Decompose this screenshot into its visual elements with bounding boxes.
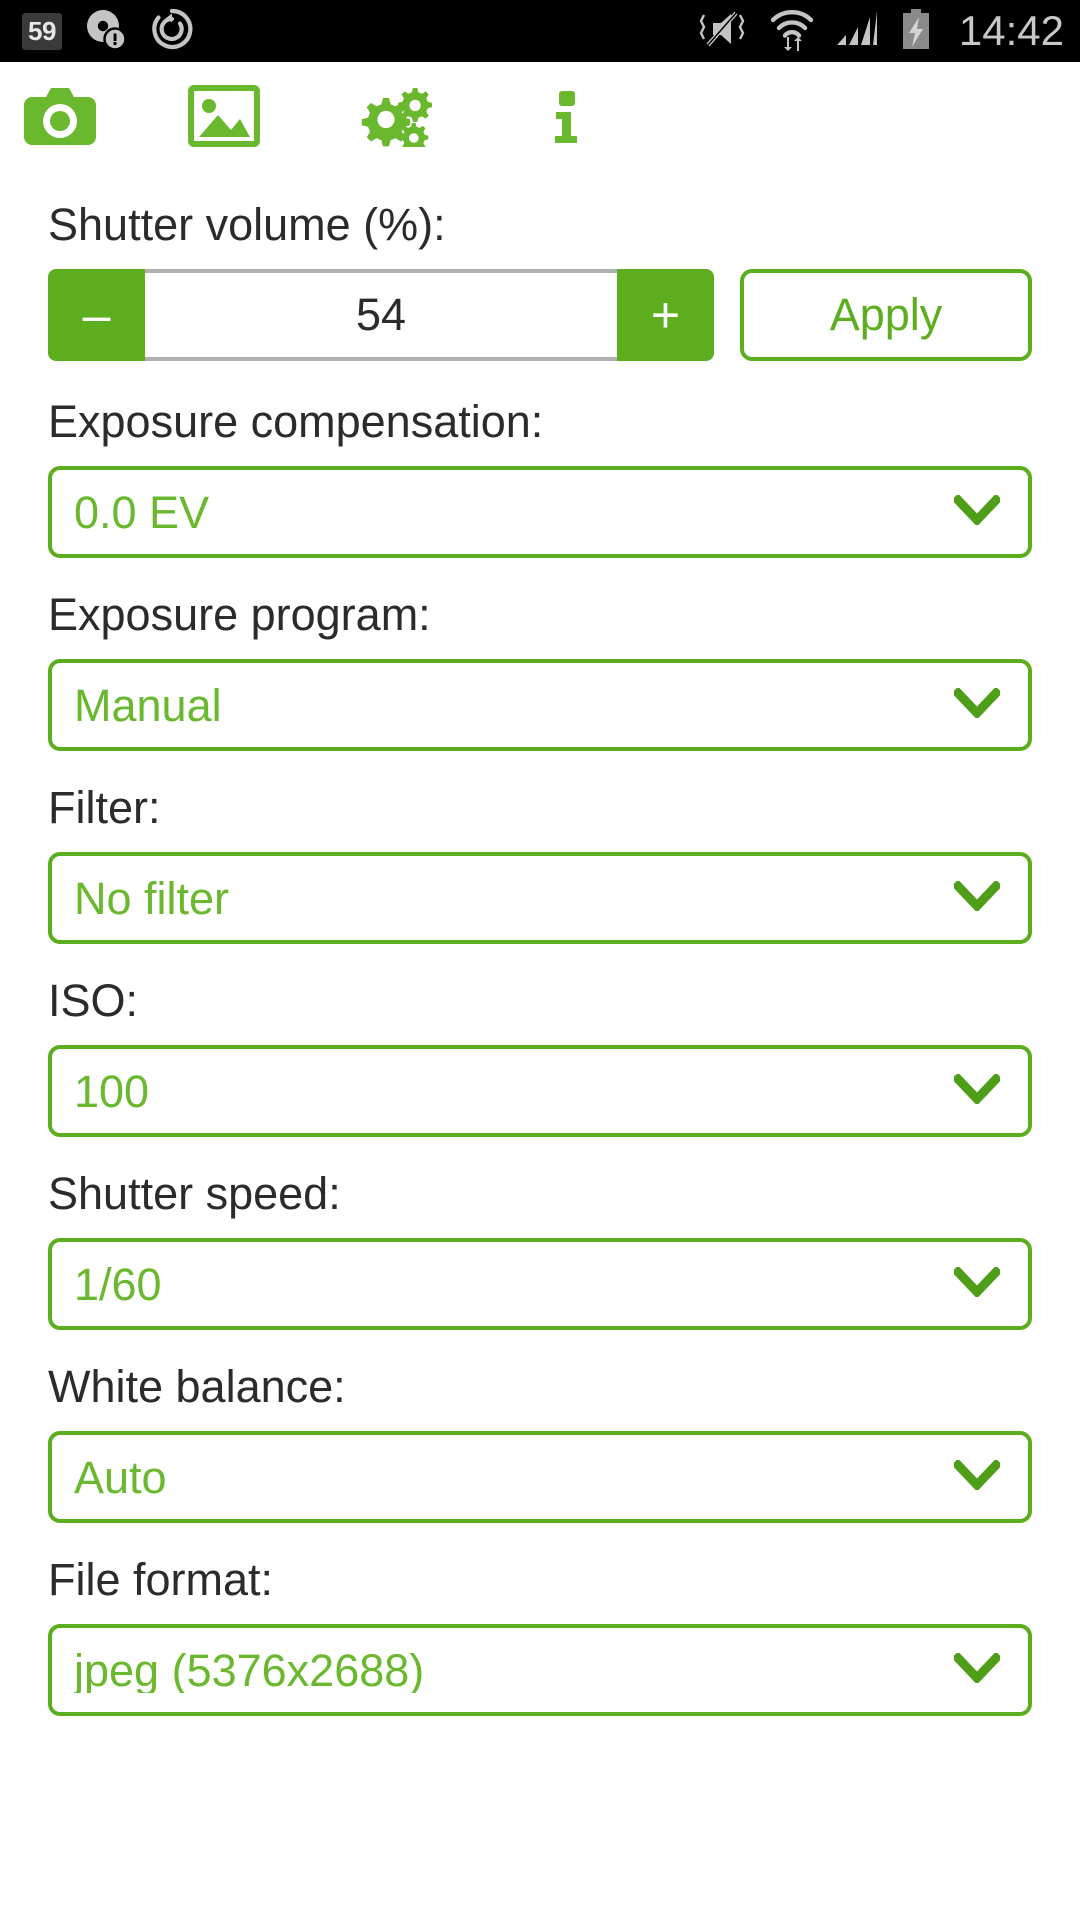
gears-icon: [358, 85, 433, 152]
white-balance-value: Auto: [74, 1454, 167, 1500]
status-bar-left-icons: 59: [22, 7, 194, 56]
iso-value: 100: [74, 1068, 150, 1114]
chevron-down-icon: [951, 1072, 1003, 1109]
tab-settings[interactable]: [330, 62, 494, 174]
filter-dropdown[interactable]: No filter: [48, 852, 1032, 944]
mute-vibrate-icon: [695, 7, 749, 56]
shutter-speed-dropdown[interactable]: 1/60: [48, 1238, 1032, 1330]
status-bar: 59 14:42: [0, 0, 1080, 62]
shutter-speed-value: 1/60: [74, 1261, 162, 1307]
shutter-volume-stepper: – 54 + Apply: [48, 269, 1032, 361]
status-bar-right-icons: 14:42: [695, 7, 1064, 56]
white-balance-label: White balance:: [48, 1361, 346, 1412]
file-format-dropdown[interactable]: jpeg (5376x2688): [48, 1624, 1032, 1716]
tab-camera[interactable]: [24, 62, 164, 174]
battery-charging-icon: [899, 7, 933, 56]
chevron-down-icon: [951, 1651, 1003, 1688]
apply-button[interactable]: Apply: [740, 269, 1032, 361]
signal-bars-icon: [835, 7, 879, 56]
notification-badge: 59: [22, 12, 62, 50]
shutter-volume-decrement-button[interactable]: –: [48, 269, 145, 361]
shutter-speed-label: Shutter speed:: [48, 1168, 341, 1219]
image-icon: [188, 84, 260, 152]
exposure-compensation-label: Exposure compensation:: [48, 396, 544, 447]
chevron-down-icon: [951, 1458, 1003, 1495]
settings-content: Shutter volume (%): – 54 + Apply Exposur…: [0, 174, 1080, 1716]
file-format-label: File format:: [48, 1554, 274, 1605]
shutter-volume-label: Shutter volume (%):: [48, 199, 446, 250]
tab-info[interactable]: [494, 62, 644, 174]
wifi-data-icon: [769, 7, 815, 56]
info-icon: [550, 85, 584, 152]
filter-value: No filter: [74, 875, 230, 921]
shutter-volume-increment-button[interactable]: +: [617, 269, 714, 361]
exposure-compensation-dropdown[interactable]: 0.0 EV: [48, 466, 1032, 558]
exposure-program-label: Exposure program:: [48, 589, 431, 640]
exposure-compensation-value: 0.0 EV: [74, 489, 210, 535]
chevron-down-icon: [951, 1265, 1003, 1302]
disc-warning-icon: [84, 7, 128, 56]
tab-bar: [0, 62, 1080, 174]
iso-label: ISO:: [48, 975, 139, 1026]
exposure-program-dropdown[interactable]: Manual: [48, 659, 1032, 751]
chevron-down-icon: [951, 686, 1003, 723]
tab-gallery[interactable]: [164, 62, 330, 174]
chevron-down-icon: [951, 879, 1003, 916]
filter-label: Filter:: [48, 782, 161, 833]
camera-icon: [24, 85, 96, 152]
shutter-volume-value[interactable]: 54: [145, 269, 617, 361]
sync-icon: [150, 7, 194, 56]
file-format-value: jpeg (5376x2688): [74, 1647, 425, 1693]
white-balance-dropdown[interactable]: Auto: [48, 1431, 1032, 1523]
chevron-down-icon: [951, 493, 1003, 530]
status-bar-clock: 14:42: [958, 7, 1064, 54]
exposure-program-value: Manual: [74, 682, 222, 728]
iso-dropdown[interactable]: 100: [48, 1045, 1032, 1137]
